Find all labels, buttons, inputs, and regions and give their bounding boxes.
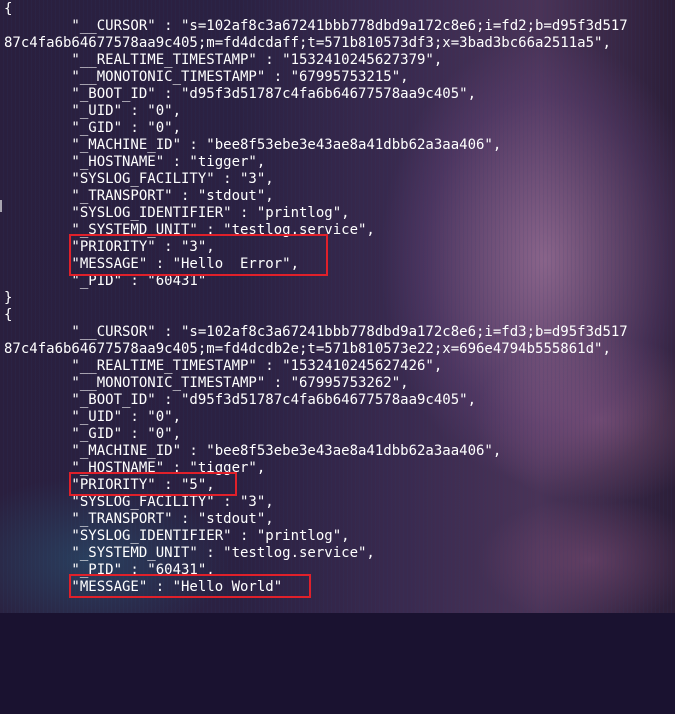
terminal-line: "_HOSTNAME" : "tigger",	[4, 154, 266, 170]
terminal-line: "__MONOTONIC_TIMESTAMP" : "67995753262",	[4, 375, 409, 391]
highlight-box-message	[69, 574, 311, 598]
terminal-line: "_GID" : "0",	[4, 120, 182, 136]
terminal-line: {	[4, 1, 13, 17]
terminal-line: "_MACHINE_ID" : "bee8f53ebe3e43ae8a41dbb…	[4, 137, 502, 153]
terminal-line: "SYSLOG_IDENTIFIER" : "printlog",	[4, 205, 350, 221]
terminal-line: "__CURSOR" : "s=102af8c3a67241bbb778dbd9…	[4, 18, 628, 34]
terminal-line: "SYSLOG_IDENTIFIER" : "printlog",	[4, 528, 350, 544]
terminal-line: 87c4fa6b64677578aa9c405;m=fd4dcdaff;t=57…	[4, 35, 611, 51]
terminal-line: 87c4fa6b64677578aa9c405;m=fd4dcdb2e;t=57…	[4, 341, 611, 357]
terminal-line: "SYSLOG_FACILITY" : "3",	[4, 494, 274, 510]
terminal-output: { "__CURSOR" : "s=102af8c3a67241bbb778db…	[0, 0, 675, 613]
terminal-line: "__REALTIME_TIMESTAMP" : "15324102456274…	[4, 358, 443, 374]
terminal-line: "__MONOTONIC_TIMESTAMP" : "67995753215",	[4, 69, 409, 85]
terminal-line: "_UID" : "0",	[4, 103, 182, 119]
terminal-line: "SYSLOG_FACILITY" : "3",	[4, 171, 274, 187]
terminal-line: "_BOOT_ID" : "d95f3d51787c4fa6b64677578a…	[4, 392, 477, 408]
terminal-line: {	[4, 307, 13, 323]
terminal-line: "_SYSTEMD_UNIT" : "testlog.service",	[4, 545, 375, 561]
terminal-line: "__REALTIME_TIMESTAMP" : "15324102456273…	[4, 52, 443, 68]
terminal-line: "__CURSOR" : "s=102af8c3a67241bbb778dbd9…	[4, 324, 628, 340]
highlight-box-priority-message	[69, 234, 328, 276]
text-cursor	[0, 200, 2, 212]
terminal-line: "_MACHINE_ID" : "bee8f53ebe3e43ae8a41dbb…	[4, 443, 502, 459]
terminal-line: "_TRANSPORT" : "stdout",	[4, 511, 274, 527]
terminal-line: }	[4, 290, 13, 306]
highlight-box-priority	[69, 472, 237, 496]
terminal-line: "_GID" : "0",	[4, 426, 182, 442]
terminal-line: "_BOOT_ID" : "d95f3d51787c4fa6b64677578a…	[4, 86, 477, 102]
terminal-line: "_UID" : "0",	[4, 409, 182, 425]
terminal-line: "_TRANSPORT" : "stdout",	[4, 188, 274, 204]
